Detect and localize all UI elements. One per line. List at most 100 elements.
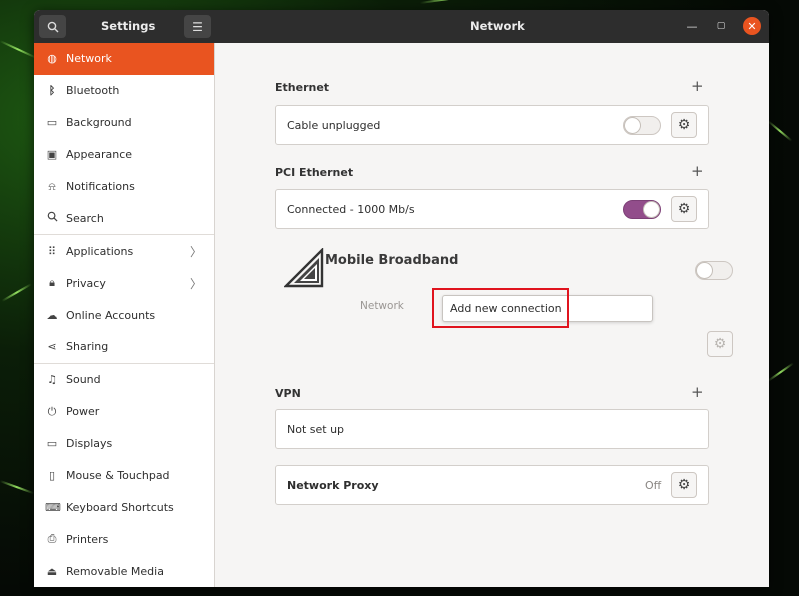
appearance-icon: ▣ [46,148,58,162]
pci-ethernet-settings-button[interactable]: ⚙ [671,196,697,222]
cloud-icon: ☁ [46,308,58,322]
sidebar-item-label: Online Accounts [66,308,156,322]
plus-icon: + [691,383,704,401]
minimize-button[interactable]: — [683,17,701,35]
display-icon: ▭ [46,437,58,451]
vpn-status: Not set up [287,422,345,436]
bluetooth-icon: ᛒ [48,84,56,98]
bell-icon: ⍾ [48,179,56,193]
network-proxy-settings-button[interactable]: ⚙ [671,472,697,498]
menu-button[interactable]: ☰ [184,15,211,38]
gear-icon: ⚙ [677,477,691,493]
sidebar: ◍ Network ᛒ Bluetooth ▭ Background ▣ App… [34,43,215,587]
sidebar-item-power[interactable]: ⏻ Power [34,396,214,428]
plus-icon: + [691,162,704,180]
toggle-knob [624,117,641,134]
sidebar-item-label: Power [66,405,100,419]
printer-icon: ⎙ [47,532,57,546]
wallpaper-streak [0,40,37,59]
chevron-right-icon: 〉 [189,244,202,259]
close-button[interactable]: ✕ [743,17,761,35]
network-proxy-status: Off [645,478,662,492]
sidebar-item-label: Privacy [66,276,106,290]
globe-icon: ◍ [47,52,57,66]
sidebar-item-sharing[interactable]: ⋖ Sharing [34,331,214,363]
keyboard-icon: ⌨ [45,500,61,514]
minimize-icon: — [686,19,698,33]
sidebar-item-label: Background [66,116,132,130]
wallpaper-streak [767,362,794,382]
network-panel: Ethernet + Cable unplugged ⚙ PCI Etherne… [216,43,769,587]
add-vpn-button[interactable]: + [691,383,704,401]
ethernet-section-title: Ethernet [275,81,330,94]
sidebar-item-applications[interactable]: ⠿ Applications 〉 [34,235,214,267]
sidebar-item-background[interactable]: ▭ Background [34,107,214,139]
sidebar-item-privacy[interactable]: 🔒︎ Privacy 〉 [34,267,214,299]
power-icon: ⏻ [47,404,57,418]
sidebar-item-online-accounts[interactable]: ☁ Online Accounts [34,299,214,331]
sidebar-item-mouse-touchpad[interactable]: ▯ Mouse & Touchpad [34,460,214,492]
wallpaper-streak [767,120,793,142]
sidebar-item-network[interactable]: ◍ Network [34,43,214,75]
sidebar-item-notifications[interactable]: ⍾ Notifications [34,171,214,203]
mobile-broadband-settings-button[interactable]: ⚙ [707,331,733,357]
pci-ethernet-status: Connected - 1000 Mb/s [287,202,415,216]
sidebar-item-label: Notifications [66,180,135,193]
mobile-broadband-signal-icon [284,248,324,288]
sidebar-item-keyboard-shortcuts[interactable]: ⌨ Keyboard Shortcuts [34,491,214,523]
wallpaper-streak [0,480,35,495]
titlebar: Settings ☰ Network — ▢ ✕ [34,10,769,43]
ethernet-toggle[interactable] [623,116,661,135]
chevron-right-icon: 〉 [189,276,202,291]
add-pci-ethernet-button[interactable]: + [691,162,704,180]
sidebar-item-label: Appearance [66,148,133,162]
sidebar-item-label: Displays [66,437,113,451]
sidebar-item-appearance[interactable]: ▣ Appearance [34,139,214,171]
sidebar-item-bluetooth[interactable]: ᛒ Bluetooth [34,75,214,107]
toggle-knob [696,262,713,279]
add-ethernet-button[interactable]: + [691,77,704,95]
network-proxy-row[interactable]: Network Proxy Off ⚙ [275,465,709,505]
sidebar-item-removable-media[interactable]: ⏏ Removable Media [34,555,214,587]
sidebar-item-search[interactable]: Search [34,202,214,234]
sidebar-item-label: Bluetooth [66,84,120,98]
hamburger-icon: ☰ [192,19,203,34]
sidebar-item-label: Printers [66,532,109,546]
share-icon: ⋖ [47,340,57,354]
vpn-row: Not set up [275,409,709,449]
gear-icon: ⚙ [713,336,727,352]
sidebar-item-label: Mouse & Touchpad [66,469,170,483]
pci-ethernet-section-title: PCI Ethernet [275,166,354,179]
mouse-icon: ▯ [48,469,56,483]
gear-icon: ⚙ [677,117,691,133]
mobile-broadband-toggle[interactable] [695,261,733,280]
maximize-button[interactable]: ▢ [712,17,730,35]
maximize-icon: ▢ [716,21,726,31]
sidebar-item-sound[interactable]: ♫ Sound [34,364,214,396]
wallpaper-streak [419,0,480,4]
sidebar-item-label: Keyboard Shortcuts [66,500,174,514]
sidebar-item-printers[interactable]: ⎙ Printers [34,523,214,555]
pci-ethernet-row: Connected - 1000 Mb/s ⚙ [275,189,709,229]
search-button[interactable] [39,15,66,38]
monitor-icon: ▭ [46,116,58,130]
sidebar-item-displays[interactable]: ▭ Displays [34,428,214,460]
toggle-knob [643,201,660,218]
removable-media-icon: ⏏ [46,564,58,578]
gear-icon: ⚙ [677,201,691,217]
pci-ethernet-toggle[interactable] [623,200,661,219]
ethernet-settings-button[interactable]: ⚙ [671,112,697,138]
sidebar-item-label: Removable Media [66,564,164,578]
network-proxy-label: Network Proxy [287,478,379,492]
search-icon [47,21,58,32]
app-title: Settings [101,19,156,33]
page-title: Network [470,19,525,33]
ethernet-status: Cable unplugged [287,118,381,132]
highlight-box [432,288,569,328]
sidebar-item-label: Applications [66,244,134,258]
wallpaper-streak [1,283,32,302]
search-icon [45,211,59,225]
grid-icon: ⠿ [47,244,57,258]
mobile-broadband-title: Mobile Broadband [325,253,459,268]
sidebar-item-label: Search [66,211,104,225]
